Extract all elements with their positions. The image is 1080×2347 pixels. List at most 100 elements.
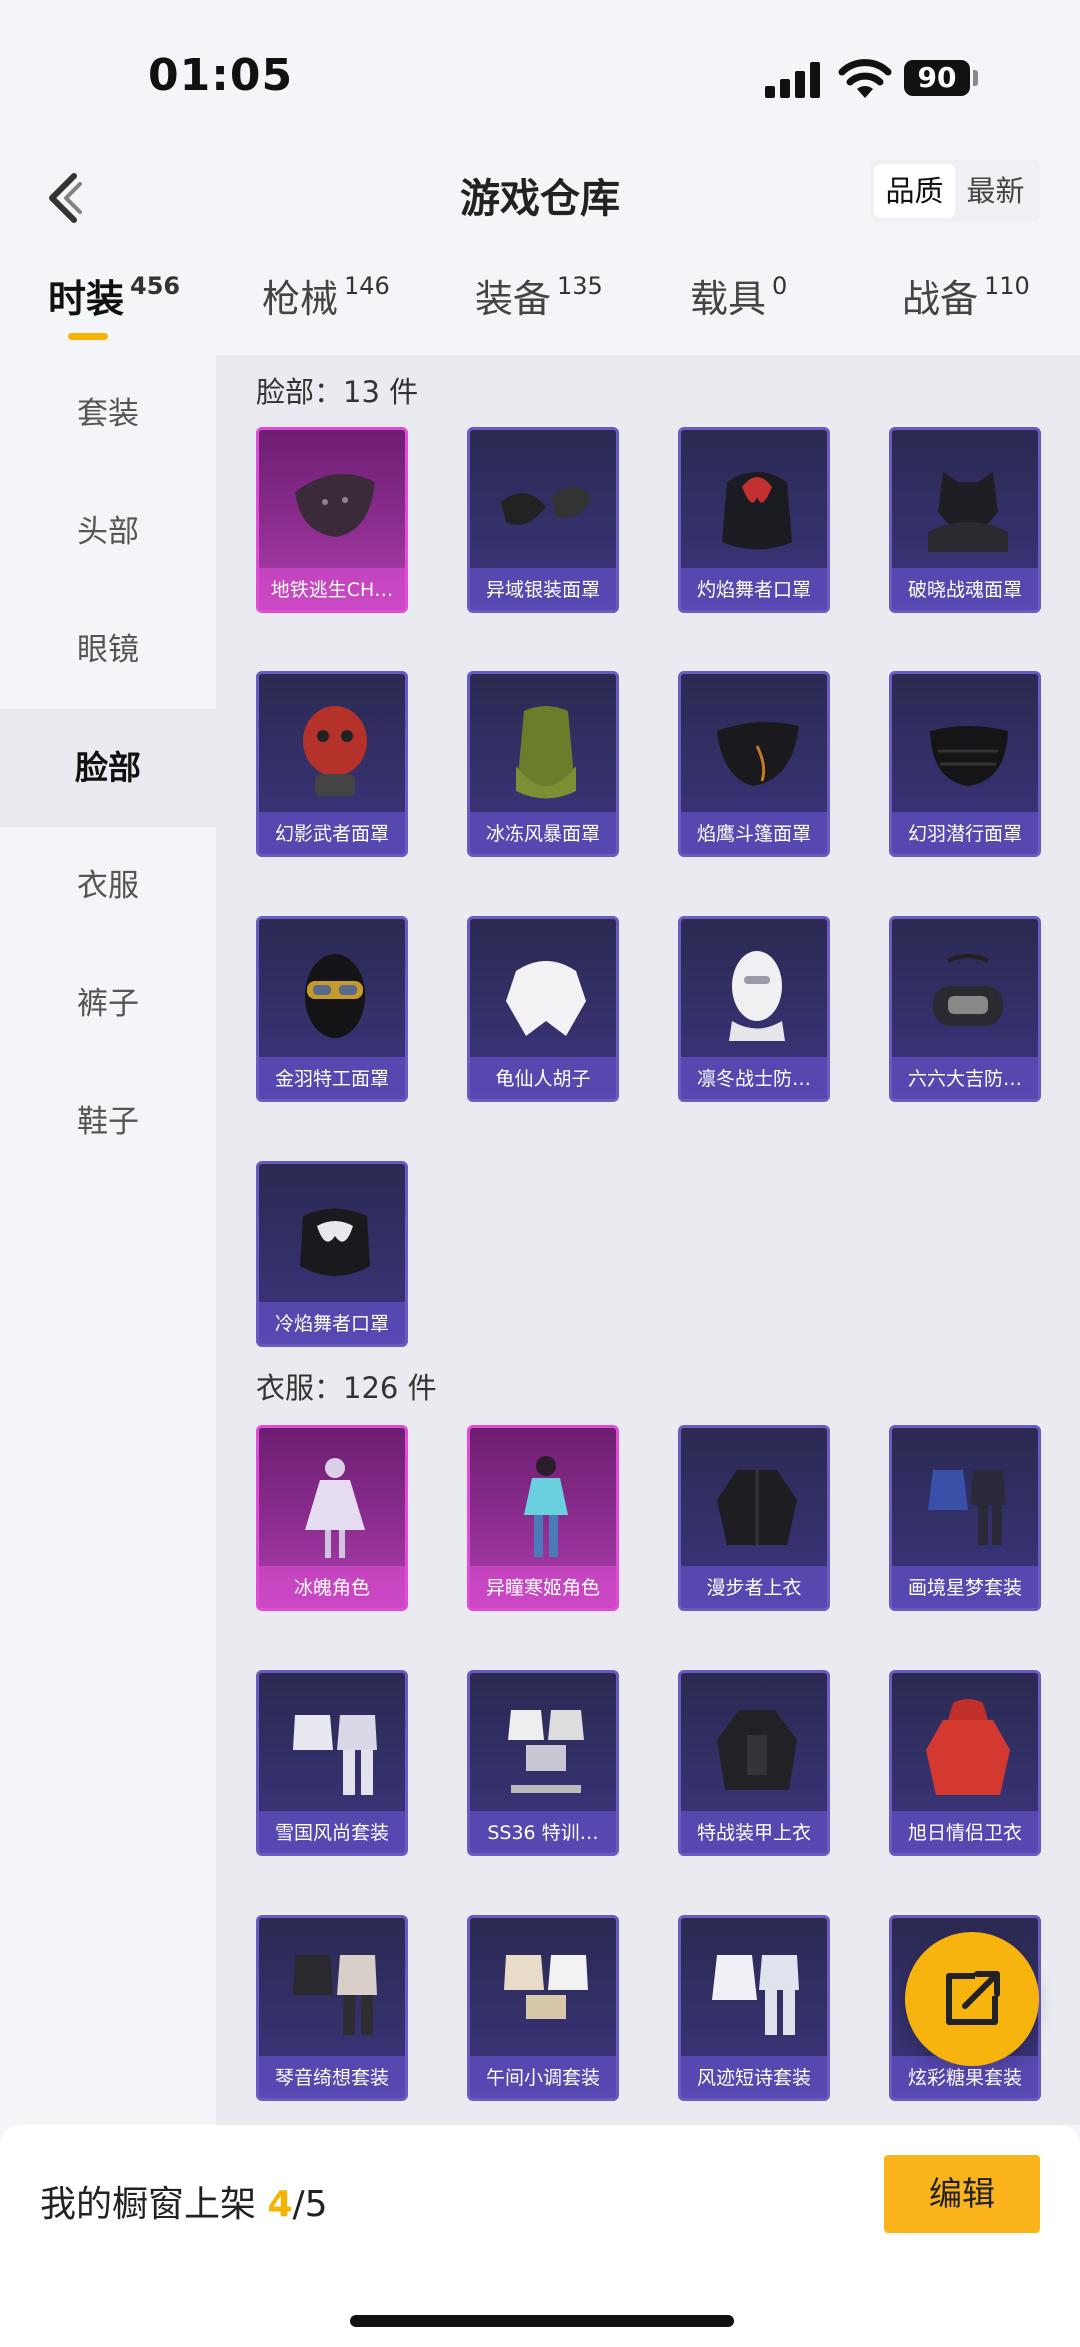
mask-icon <box>933 954 1003 1026</box>
sidebar-item-face[interactable]: 脸部 <box>0 709 216 827</box>
item-name: 漫步者上衣 <box>706 1577 802 1599</box>
jacket-icon <box>717 1470 797 1545</box>
item-card[interactable]: SS36 特训… <box>467 1670 619 1856</box>
mask-icon <box>717 722 799 786</box>
item-name: 凛冬战士防… <box>696 1068 811 1090</box>
mask-icon <box>300 1208 370 1276</box>
tab-count: 135 <box>557 272 603 300</box>
mask-icon <box>722 472 792 550</box>
sidebar-item-pants[interactable]: 裤子 <box>0 945 216 1063</box>
item-card[interactable]: 幻羽潜行面罩 <box>889 671 1041 857</box>
tab-supplies[interactable]: 战备 110 <box>902 268 1030 323</box>
item-name: 冷焰舞者口罩 <box>274 1313 389 1335</box>
section-title-face: 脸部：13 件 <box>256 375 419 409</box>
tab-label: 载具 <box>690 277 767 321</box>
item-card[interactable]: 漫步者上衣 <box>678 1425 830 1611</box>
mask-icon <box>506 961 586 1036</box>
tab-label: 装备 <box>475 277 552 321</box>
tab-equipment[interactable]: 装备 135 <box>475 268 603 323</box>
jacket-icon <box>717 1710 797 1790</box>
item-card[interactable]: 焰鹰斗篷面罩 <box>678 671 830 857</box>
item-card[interactable]: 旭日情侣卫衣 <box>889 1670 1041 1856</box>
item-name: 幻羽潜行面罩 <box>907 823 1022 845</box>
item-card[interactable]: 风迹短诗套装 <box>678 1915 830 2101</box>
edit-button[interactable]: 编辑 <box>884 2155 1040 2233</box>
item-name: 特战装甲上衣 <box>696 1822 811 1844</box>
item-name: 异域银装面罩 <box>485 579 600 601</box>
item-card[interactable]: 午间小调套装 <box>467 1915 619 2101</box>
item-card[interactable]: 龟仙人胡子 <box>467 916 619 1102</box>
item-card[interactable]: 琴音绮想套装 <box>256 1915 408 2101</box>
sidebar: 套装 头部 眼镜 脸部 衣服 裤子 鞋子 <box>0 355 216 2125</box>
sort-newest-button[interactable]: 最新 <box>955 164 1036 218</box>
showcase-current: 4 <box>267 2184 293 2225</box>
item-card[interactable]: 灼焰舞者口罩 <box>678 427 830 613</box>
outfit-icon <box>928 1470 1006 1545</box>
sidebar-item-suit[interactable]: 套装 <box>0 355 216 473</box>
tab-fashion[interactable]: 时装 456 <box>48 268 180 323</box>
showcase-label: 我的橱窗上架 <box>40 2184 268 2225</box>
item-name: SS36 特训… <box>487 1822 599 1844</box>
battery-icon: 90 <box>904 60 970 96</box>
item-card[interactable]: 地铁逃生CH… <box>256 427 408 613</box>
item-card[interactable]: 特战装甲上衣 <box>678 1670 830 1856</box>
item-card[interactable]: 幻影武者面罩 <box>256 671 408 857</box>
item-name: 画境星梦套装 <box>907 1577 1022 1599</box>
item-name: 六六大吉防… <box>907 1068 1022 1090</box>
item-name: 炫彩糖果套装 <box>907 2067 1022 2089</box>
mask-icon <box>305 954 365 1038</box>
showcase-status: 我的橱窗上架 4/5 <box>40 2175 328 2227</box>
item-name: 冰冻风暴面罩 <box>485 823 600 845</box>
sidebar-item-head[interactable]: 头部 <box>0 473 216 591</box>
showcase-total: /5 <box>292 2184 328 2225</box>
item-name: 旭日情侣卫衣 <box>907 1822 1022 1844</box>
item-card[interactable]: 雪国风尚套装 <box>256 1670 408 1856</box>
item-card[interactable]: 破晓战魂面罩 <box>889 427 1041 613</box>
outfit-icon <box>712 1955 799 2035</box>
item-name: 地铁逃生CH… <box>270 579 394 601</box>
share-button[interactable] <box>905 1932 1039 2066</box>
item-card[interactable]: 金羽特工面罩 <box>256 916 408 1102</box>
mask-icon <box>928 472 1008 552</box>
item-name: 破晓战魂面罩 <box>907 579 1022 601</box>
item-name: 焰鹰斗篷面罩 <box>696 823 811 845</box>
sort-quality-button[interactable]: 品质 <box>874 164 955 218</box>
item-card[interactable]: 冰魄角色 <box>256 1425 408 1611</box>
tab-count: 0 <box>772 272 788 300</box>
sidebar-item-clothes[interactable]: 衣服 <box>0 827 216 945</box>
item-name: 异瞳寒姬角色 <box>485 1577 600 1599</box>
item-name: 龟仙人胡子 <box>495 1068 591 1090</box>
sidebar-item-shoes[interactable]: 鞋子 <box>0 1063 216 1181</box>
wifi-icon <box>838 59 892 98</box>
sort-toggle: 品质 最新 <box>870 160 1040 222</box>
outfit-icon <box>293 1715 377 1795</box>
item-grid: 脸部：13 件 地铁逃生CH… 异域银装面罩 灼焰舞者口罩 破晓战魂面罩 幻影武… <box>216 355 1080 2125</box>
item-name: 冰魄角色 <box>293 1577 370 1599</box>
item-name: 幻影武者面罩 <box>274 823 389 845</box>
item-card[interactable]: 凛冬战士防… <box>678 916 830 1102</box>
bottom-bar: 我的橱窗上架 4/5 编辑 <box>0 2125 1080 2347</box>
status-bar: 01:05 90 <box>0 0 1080 140</box>
item-card[interactable]: 异域银装面罩 <box>467 427 619 613</box>
character-icon <box>305 1458 365 1558</box>
mask-icon <box>295 474 375 537</box>
item-card[interactable]: 冰冻风暴面罩 <box>467 671 619 857</box>
item-card[interactable]: 画境星梦套装 <box>889 1425 1041 1611</box>
tab-guns[interactable]: 枪械 146 <box>262 268 390 323</box>
item-card[interactable]: 异瞳寒姬角色 <box>467 1425 619 1611</box>
tab-vehicles[interactable]: 载具 0 <box>690 268 787 323</box>
tab-count: 110 <box>984 272 1030 300</box>
hoodie-icon <box>926 1699 1010 1795</box>
mask-icon <box>516 706 576 799</box>
tab-label: 时装 <box>48 277 125 321</box>
active-tab-indicator <box>68 333 108 340</box>
nav-header: 游戏仓库 品质 最新 <box>0 140 1080 250</box>
category-tabs: 时装 456 枪械 146 装备 135 载具 0 战备 110 <box>0 268 1080 358</box>
sidebar-item-glasses[interactable]: 眼镜 <box>0 591 216 709</box>
item-name: 琴音绮想套装 <box>274 2067 389 2089</box>
item-card[interactable]: 六六大吉防… <box>889 916 1041 1102</box>
item-name: 午间小调套装 <box>485 2067 600 2089</box>
item-name: 风迹短诗套装 <box>696 2067 811 2089</box>
home-indicator <box>350 2315 734 2327</box>
item-card[interactable]: 冷焰舞者口罩 <box>256 1161 408 1347</box>
